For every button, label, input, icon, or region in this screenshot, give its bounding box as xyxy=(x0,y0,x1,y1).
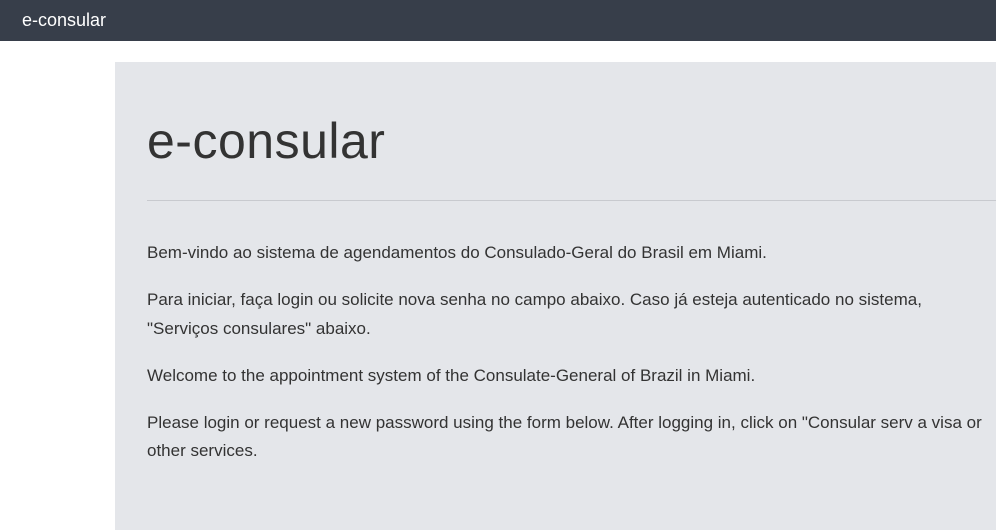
welcome-paragraph-pt: Bem-vindo ao sistema de agendamentos do … xyxy=(147,239,996,268)
instructions-paragraph-en: Please login or request a new password u… xyxy=(147,409,996,467)
divider xyxy=(147,200,996,201)
top-bar: e-consular xyxy=(0,0,996,41)
welcome-paragraph-en: Welcome to the appointment system of the… xyxy=(147,362,996,391)
top-bar-title: e-consular xyxy=(22,10,106,31)
content-panel: e-consular Bem-vindo ao sistema de agend… xyxy=(115,62,996,530)
page-title: e-consular xyxy=(147,112,996,170)
instructions-paragraph-pt: Para iniciar, faça login ou solicite nov… xyxy=(147,286,996,344)
